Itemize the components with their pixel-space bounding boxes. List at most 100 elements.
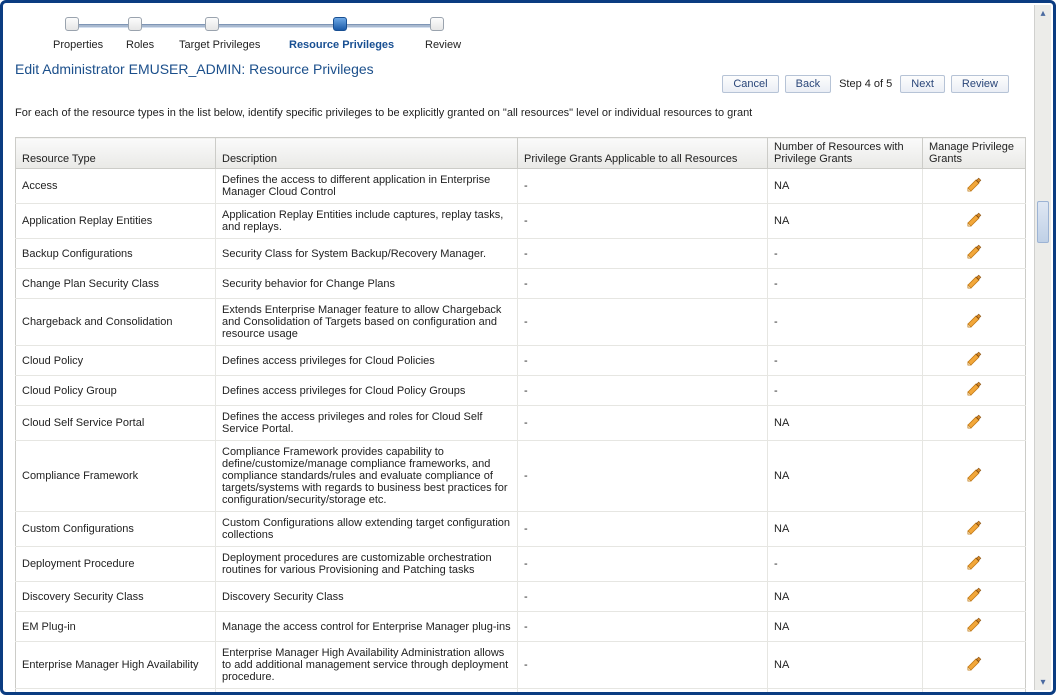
scroll-up-icon[interactable]: ▴	[1035, 5, 1051, 21]
cell-manage	[923, 169, 1026, 204]
wizard-step-label-4[interactable]: Review	[425, 39, 461, 51]
cell-description: Defines the access privileges and roles …	[216, 406, 518, 441]
edit-pencil-icon[interactable]	[966, 351, 982, 367]
table-row: Change Plan Security ClassSecurity behav…	[16, 269, 1026, 299]
review-button[interactable]: Review	[951, 75, 1009, 93]
scroll-down-icon[interactable]: ▾	[1035, 674, 1051, 690]
wizard-step-box-3[interactable]	[333, 17, 347, 31]
table-row: Discovery Security ClassDiscovery Securi…	[16, 582, 1026, 612]
col-header-type[interactable]: Resource Type	[16, 138, 216, 169]
col-header-manage[interactable]: Manage Privilege Grants	[923, 138, 1026, 169]
cell-grants: -	[518, 376, 768, 406]
col-header-num[interactable]: Number of Resources with Privilege Grant…	[768, 138, 923, 169]
cell-resource-type: Application Replay Entities	[16, 204, 216, 239]
edit-pencil-icon[interactable]	[966, 212, 982, 228]
cell-grants: -	[518, 269, 768, 299]
edit-pencil-icon[interactable]	[966, 381, 982, 397]
cell-num: -	[768, 346, 923, 376]
wizard-train: Properties Roles Target Privileges Resource…	[17, 17, 1021, 55]
cell-manage	[923, 346, 1026, 376]
cell-resource-type: Compliance Framework	[16, 441, 216, 512]
table-row: Backup ConfigurationsSecurity Class for …	[16, 239, 1026, 269]
cell-description: Discovery Security Class	[216, 582, 518, 612]
cell-grants: -	[518, 406, 768, 441]
edit-pencil-icon[interactable]	[966, 244, 982, 260]
cell-num: NA	[768, 642, 923, 689]
col-header-desc[interactable]: Description	[216, 138, 518, 169]
cell-description: Enterprise Manager High Availability Adm…	[216, 642, 518, 689]
edit-pencil-icon[interactable]	[966, 177, 982, 193]
edit-pencil-icon[interactable]	[966, 467, 982, 483]
cell-resource-type: Enterprise Manager High Availability	[16, 642, 216, 689]
cell-manage	[923, 642, 1026, 689]
cell-resource-type: Enterprise Rule Set	[16, 689, 216, 693]
table-row: Cloud Self Service PortalDefines the acc…	[16, 406, 1026, 441]
cell-description: Extends Enterprise Manager feature to al…	[216, 299, 518, 346]
cell-manage	[923, 582, 1026, 612]
cell-description: Deployment procedures are customizable o…	[216, 547, 518, 582]
edit-pencil-icon[interactable]	[966, 617, 982, 633]
cell-num: -	[768, 239, 923, 269]
cancel-button[interactable]: Cancel	[722, 75, 778, 93]
cell-description: Custom Configurations allow extending ta…	[216, 512, 518, 547]
cell-grants: -	[518, 612, 768, 642]
wizard-step-box-2[interactable]	[205, 17, 219, 31]
table-row: Application Replay EntitiesApplication R…	[16, 204, 1026, 239]
edit-pencil-icon[interactable]	[966, 520, 982, 536]
cell-resource-type: EM Plug-in	[16, 612, 216, 642]
wizard-step-label-2[interactable]: Target Privileges	[179, 39, 260, 51]
cell-num: -	[768, 299, 923, 346]
wizard-step-box-0[interactable]	[65, 17, 79, 31]
scroll-thumb[interactable]	[1037, 201, 1049, 243]
cell-description: Security Class for System Backup/Recover…	[216, 239, 518, 269]
cell-grants: -	[518, 239, 768, 269]
cell-num: NA	[768, 406, 923, 441]
cell-resource-type: Deployment Procedure	[16, 547, 216, 582]
cell-grants: -	[518, 547, 768, 582]
wizard-step-label-0[interactable]: Properties	[53, 39, 103, 51]
table-row: AccessDefines the access to different ap…	[16, 169, 1026, 204]
edit-pencil-icon[interactable]	[966, 555, 982, 571]
cell-num: -	[768, 269, 923, 299]
action-bar: Cancel Back Step 4 of 5 Next Review	[722, 75, 1009, 93]
cell-grants: -	[518, 441, 768, 512]
cell-grants: -	[518, 689, 768, 693]
cell-grants: -	[518, 512, 768, 547]
table-row: Deployment ProcedureDeployment procedure…	[16, 547, 1026, 582]
edit-pencil-icon[interactable]	[966, 587, 982, 603]
content-area: Properties Roles Target Privileges Resource…	[3, 3, 1035, 692]
wizard-step-box-1[interactable]	[128, 17, 142, 31]
cell-num: -	[768, 547, 923, 582]
table-row: Chargeback and ConsolidationExtends Ente…	[16, 299, 1026, 346]
cell-grants: -	[518, 582, 768, 612]
cell-resource-type: Custom Configurations	[16, 512, 216, 547]
table-row: Custom ConfigurationsCustom Configuratio…	[16, 512, 1026, 547]
wizard-step-label-1[interactable]: Roles	[126, 39, 154, 51]
app-frame: Properties Roles Target Privileges Resource…	[0, 0, 1056, 695]
cell-manage	[923, 406, 1026, 441]
edit-pencil-icon[interactable]	[966, 414, 982, 430]
cell-manage	[923, 547, 1026, 582]
cell-num: -	[768, 376, 923, 406]
next-button[interactable]: Next	[900, 75, 945, 93]
cell-num: -	[768, 689, 923, 693]
edit-pencil-icon[interactable]	[966, 656, 982, 672]
cell-manage	[923, 376, 1026, 406]
cell-resource-type: Backup Configurations	[16, 239, 216, 269]
table-row: Cloud PolicyDefines access privileges fo…	[16, 346, 1026, 376]
edit-pencil-icon[interactable]	[966, 274, 982, 290]
table-row: Compliance FrameworkCompliance Framework…	[16, 441, 1026, 512]
vertical-scrollbar[interactable]: ▴ ▾	[1034, 5, 1051, 690]
wizard-step-label-3[interactable]: Resource Privileges	[289, 39, 394, 51]
back-button[interactable]: Back	[785, 75, 831, 93]
cell-num: NA	[768, 512, 923, 547]
cell-manage	[923, 239, 1026, 269]
edit-pencil-icon[interactable]	[966, 313, 982, 329]
table-row: Enterprise Manager High AvailabilityEnte…	[16, 642, 1026, 689]
wizard-step-box-4[interactable]	[430, 17, 444, 31]
cell-resource-type: Change Plan Security Class	[16, 269, 216, 299]
col-header-grants[interactable]: Privilege Grants Applicable to all Resou…	[518, 138, 768, 169]
cell-resource-type: Cloud Policy	[16, 346, 216, 376]
intro-text: For each of the resource types in the li…	[15, 107, 1023, 119]
scroll-track[interactable]	[1035, 21, 1051, 674]
